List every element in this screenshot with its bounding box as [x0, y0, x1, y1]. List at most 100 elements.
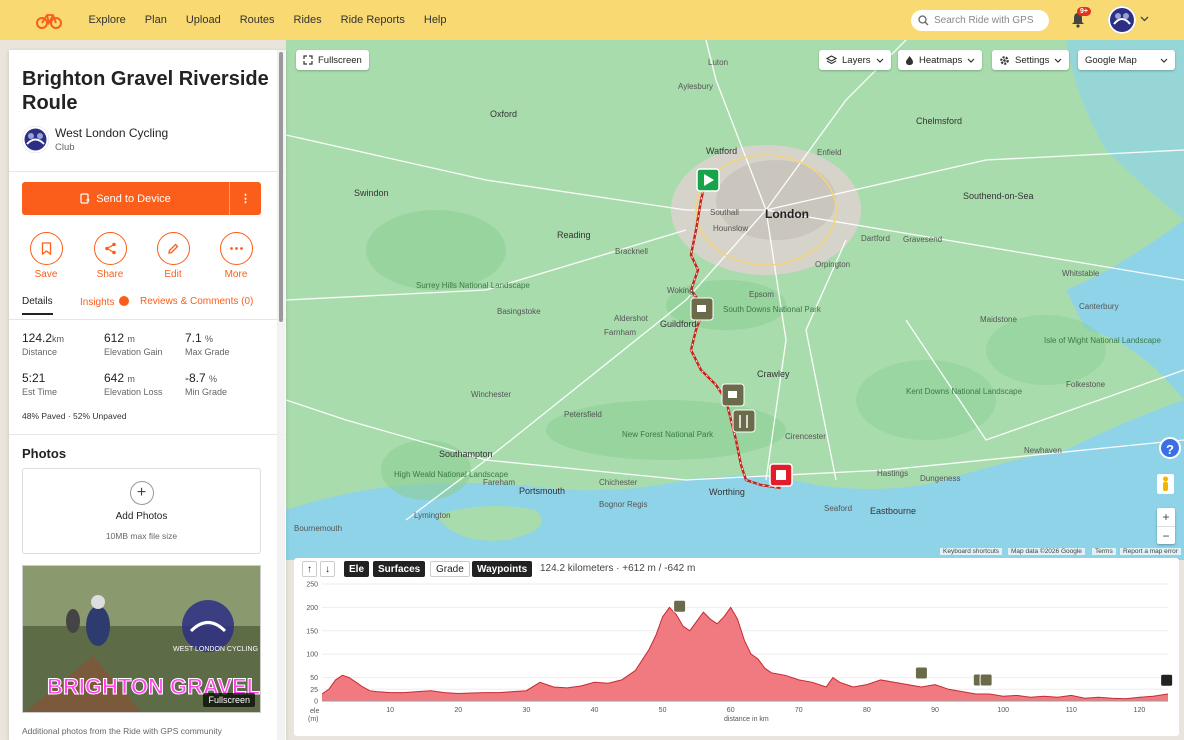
pegman-icon[interactable] — [1157, 474, 1174, 494]
waypoint-marker-food — [979, 673, 993, 687]
map-label-place: Enfield — [817, 148, 842, 157]
map-label-place: Bracknell — [615, 247, 648, 256]
panel-scrollbar-thumb[interactable] — [279, 52, 283, 322]
route-photo[interactable]: WEST LONDON CYCLING BRIGHTON GRAVEL Full… — [22, 565, 261, 713]
send-to-device-button[interactable]: Send to Device ⋮ — [22, 182, 261, 215]
tab-insights[interactable]: Insights — [80, 296, 130, 308]
top-navigation-bar: Explore Plan Upload Routes Rides Ride Reports… — [0, 0, 1184, 40]
save-label: Save — [34, 269, 58, 280]
heatmaps-button[interactable]: Heatmaps — [898, 50, 983, 70]
nav-item-help[interactable]: Help — [414, 14, 456, 26]
x-tick-label: 120 — [1134, 707, 1146, 714]
tab-grade[interactable]: Grade — [430, 561, 470, 577]
layers-button[interactable]: Layers — [819, 50, 891, 70]
bike-logo-icon[interactable] — [36, 10, 62, 30]
food-marker[interactable] — [732, 409, 756, 433]
tab-ele[interactable]: Ele — [344, 561, 370, 577]
nav-item-plan[interactable]: Plan — [135, 14, 176, 26]
notification-badge: 9+ — [1077, 7, 1091, 16]
user-avatar[interactable] — [1108, 6, 1136, 34]
search-placeholder: Search Ride with GPS — [934, 15, 1034, 26]
nav-item-upload[interactable]: Upload — [176, 14, 230, 26]
stat-elevation-gain: 612 m Elevation Gain — [104, 331, 163, 357]
add-photos-label: Add Photos — [115, 511, 168, 522]
more-button[interactable]: More — [211, 232, 261, 280]
nav-item-ride-reports[interactable]: Ride Reports — [331, 14, 414, 26]
help-button[interactable]: ? — [1159, 437, 1181, 459]
basemap-label: Google Map — [1085, 54, 1137, 66]
cafe-marker[interactable] — [721, 383, 745, 407]
share-button[interactable]: Share — [85, 232, 135, 280]
map-label-place: Winchester — [471, 390, 512, 399]
y-tick-label: 50 — [310, 675, 318, 682]
search-input[interactable]: Search Ride with GPS — [911, 10, 1049, 31]
tab-details[interactable]: Details — [22, 296, 53, 315]
map-label-landscape: New Forest National Park — [622, 430, 714, 439]
route-map[interactable]: London Reading Oxford Crawley Worthing S… — [286, 40, 1184, 560]
heatmaps-label: Heatmaps — [919, 54, 963, 66]
map-label-landscape: Surrey Hills National Landscape — [416, 281, 530, 290]
pencil-icon — [168, 243, 179, 254]
chevron-down-icon — [1160, 58, 1168, 63]
tab-waypoints[interactable]: Waypoints — [472, 561, 533, 577]
stat-est-time: 5:21 Est Time — [22, 371, 57, 397]
nav-item-routes[interactable]: Routes — [230, 14, 284, 26]
map-label-place: Newhaven — [1024, 446, 1062, 455]
stat-value: 5:21 — [22, 371, 46, 385]
basemap-select[interactable]: Google Map — [1078, 50, 1175, 70]
expand-icon — [303, 55, 313, 65]
photo-club-logo-text: WEST LONDON CYCLING — [173, 646, 258, 653]
map-label-place: Hounslow — [713, 224, 749, 233]
scroll-up-button[interactable]: ↑ — [302, 561, 317, 577]
photo-fullscreen-label: Fullscreen — [208, 695, 250, 705]
tab-surfaces[interactable]: Surfaces — [373, 561, 426, 577]
y-tick-label: 200 — [306, 605, 318, 612]
stat-elevation-loss: 642 m Elevation Loss — [104, 371, 163, 397]
keyboard-shortcuts-link[interactable]: Keyboard shortcuts — [940, 548, 1003, 555]
share-label: Share — [96, 269, 124, 280]
send-options-button[interactable]: ⋮ — [229, 182, 261, 215]
x-tick-label: 60 — [727, 707, 735, 714]
x-tick-label: 80 — [863, 707, 871, 714]
nav-item-rides[interactable]: Rides — [284, 14, 331, 26]
photos-heading: Photos — [22, 446, 67, 461]
chevron-down-icon — [967, 58, 975, 63]
report-map-error-link[interactable]: Report a map error — [1120, 548, 1181, 555]
nav-item-explore[interactable]: Explore — [79, 14, 135, 26]
map-fullscreen-button[interactable]: Fullscreen — [296, 50, 369, 70]
end-marker[interactable] — [769, 463, 793, 487]
club-name-link[interactable]: West London Cycling — [55, 126, 168, 140]
edit-button[interactable]: Edit — [148, 232, 198, 280]
terms-link[interactable]: Terms — [1092, 548, 1116, 555]
map-label-place: Fareham — [483, 478, 516, 487]
route-tabs: Details Insights Reviews & Comments (0) — [22, 296, 272, 321]
flame-icon — [906, 55, 913, 65]
elevation-chart[interactable]: 0 25 50 100 150 200 250 10 20 30 40 50 60 70 80 90 100 11… — [294, 576, 1179, 736]
stat-unit: m — [127, 374, 135, 384]
zoom-control[interactable]: + − — [1157, 508, 1175, 544]
route-title: Brighton Gravel Riverside Roule — [22, 68, 269, 114]
photo-fullscreen-button[interactable]: Fullscreen — [203, 693, 255, 707]
scroll-down-button[interactable]: ↓ — [320, 561, 335, 577]
x-tick-label: 110 — [1066, 707, 1077, 714]
zoom-out-button[interactable]: − — [1157, 526, 1175, 545]
map-label-landscape: High Weald National Landscape — [394, 470, 509, 479]
map-canvas[interactable] — [286, 40, 1184, 560]
file-size-limit: 10MB max file size — [105, 531, 178, 541]
add-photos-dropzone[interactable]: + Add Photos 10MB max file size — [22, 468, 261, 554]
save-button[interactable]: Save — [21, 232, 71, 280]
zoom-in-button[interactable]: + — [1157, 508, 1175, 526]
map-data-credit: Map data ©2026 Google — [1008, 548, 1085, 555]
map-label-place: Whitstable — [1062, 269, 1100, 278]
chevron-down-icon[interactable] — [1140, 16, 1149, 22]
start-marker[interactable] — [696, 168, 720, 192]
map-label-city: Worthing — [709, 487, 745, 497]
settings-button[interactable]: Settings — [992, 50, 1070, 70]
map-label-city: Guildford — [660, 319, 697, 329]
cafe-marker[interactable] — [690, 297, 714, 321]
divider — [9, 434, 286, 435]
edit-label: Edit — [164, 269, 182, 280]
club-avatar[interactable] — [22, 126, 49, 153]
chevron-down-icon — [1054, 58, 1062, 63]
tab-reviews[interactable]: Reviews & Comments (0) — [140, 296, 253, 307]
